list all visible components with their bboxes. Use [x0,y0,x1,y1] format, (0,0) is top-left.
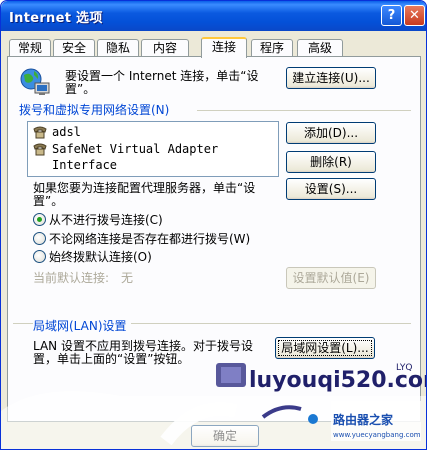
phone-icon [32,142,48,156]
tab-general[interactable]: 常规 [9,39,51,57]
ok-button[interactable]: 确定 [191,425,259,447]
dialup-group-divider [197,110,411,111]
set-default-button[interactable]: 设置默认值(E) [286,267,376,289]
radio-always-dial-default[interactable] [33,250,46,263]
radio-selected-dot [37,217,42,222]
title-bar[interactable]: Internet 选项 ? ✕ [1,1,426,31]
internet-options-dialog: Internet 选项 ? ✕ 常规 安全 隐私 内容 连接 程序 高级 要设置… [0,0,427,450]
help-button[interactable]: ? [381,5,402,26]
proxy-text-line1: 如果您要为连接配置代理服务器，单击“设 [33,181,256,195]
connection-name: SafeNet Virtual Adapter Interface [52,142,219,172]
close-button[interactable]: ✕ [404,5,425,26]
radio-never-dial[interactable] [33,213,46,226]
remove-button[interactable]: 删除(R) [286,151,376,173]
proxy-text-line2: 置”。 [33,194,64,208]
phone-icon [32,125,48,139]
dialup-group-label: 拨号和虚拟专用网络设置(N) [19,103,174,117]
radio-dial-whenever-label[interactable]: 不论网络连接是否存在都进行拨号(W) [49,232,250,246]
connection-list[interactable]: adsl SafeNet Virtual Adapter Interface [27,121,279,177]
connection-name: adsl [52,125,81,139]
watermark-brand-url: www.yuecyangbang.com [333,431,421,439]
tab-privacy[interactable]: 隐私 [97,39,139,57]
settings-button[interactable]: 设置(S)... [286,178,376,200]
tab-advanced[interactable]: 高级 [297,39,343,57]
tab-security[interactable]: 安全 [53,39,95,57]
list-item[interactable]: SafeNet Virtual Adapter Interface [32,141,278,172]
lan-text-line2: 置，单击上面的“设置”按钮。 [33,352,190,366]
current-default-value: 无 [121,271,134,285]
radio-always-dial-default-label[interactable]: 始终拨默认连接(O) [49,250,152,264]
radio-never-dial-label[interactable]: 从不进行拨号连接(C) [49,213,163,227]
radio-dial-whenever[interactable] [33,232,46,245]
lan-text-line1: LAN 设置不应用到拨号连接。对于拨号设 [33,339,253,353]
tab-programs[interactable]: 程序 [251,39,293,57]
tab-content[interactable]: 内容 [141,39,189,57]
add-button[interactable]: 添加(D)... [286,122,376,144]
list-item[interactable]: adsl [32,124,81,140]
setup-text-line1: 要设置一个 Internet 连接，单击“设 [65,69,259,83]
network-globe-icon [19,67,51,97]
lan-group-label: 局域网(LAN)设置 [33,319,131,333]
window-title: Internet 选项 [9,11,103,26]
current-default-label: 当前默认连接: [33,271,110,285]
setup-button[interactable]: 建立连接(U)... [286,67,376,89]
lan-settings-button[interactable]: 局域网设置(L)... [275,337,375,359]
setup-text-line2: 置”。 [65,82,96,96]
tab-connections[interactable]: 连接 [201,37,247,58]
